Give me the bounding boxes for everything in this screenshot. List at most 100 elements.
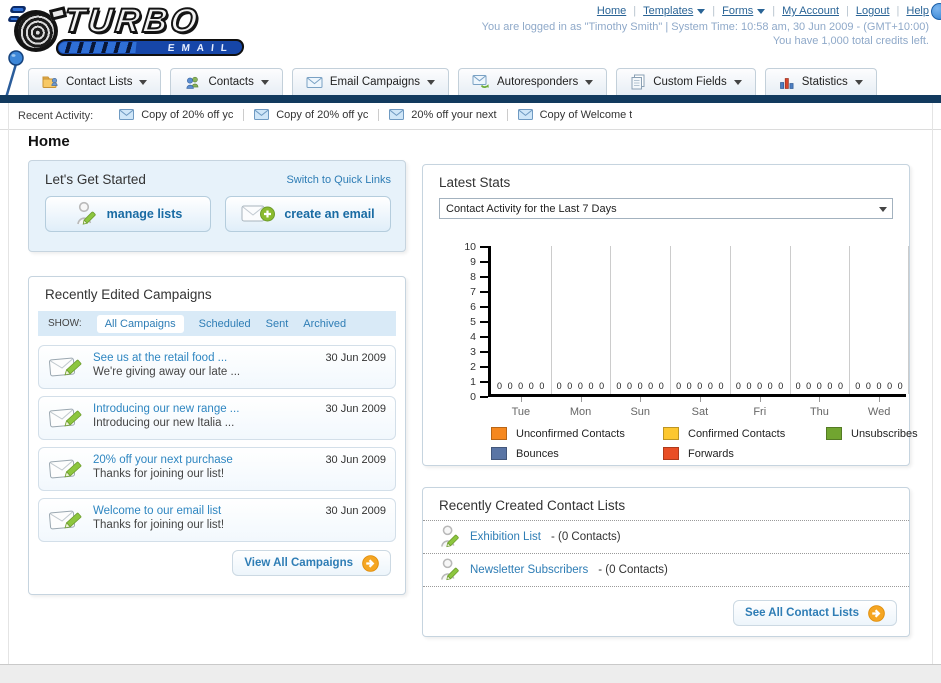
header-link-help[interactable]: Help <box>906 5 929 17</box>
chart-value-label: 0 <box>518 381 524 391</box>
x-axis-tick <box>640 397 642 402</box>
campaign-title-link[interactable]: 20% off your next purchase <box>93 454 233 466</box>
header-nav: Home | Templates | Forms | My Account | Logout | H… <box>597 5 929 17</box>
chart-gridline <box>849 246 850 394</box>
nav-tab-contacts[interactable]: Contacts <box>170 68 283 95</box>
recent-activity-item[interactable]: 20% off your next <box>379 108 508 121</box>
filter-all-campaigns[interactable]: All Campaigns <box>96 314 184 333</box>
nav-tab-statistics[interactable]: Statistics <box>764 68 877 95</box>
link-separator: | <box>846 5 849 17</box>
x-axis-label: Sat <box>691 406 709 418</box>
y-axis-label: 7 <box>470 286 476 298</box>
nav-tab-email-campaigns[interactable]: Email Campaigns <box>291 68 449 95</box>
chart-value-label: 0 <box>697 381 703 391</box>
chart-value-label: 0 <box>528 381 534 391</box>
chart-value-label: 0 <box>658 381 664 391</box>
header-link-home[interactable]: Home <box>597 5 626 17</box>
y-axis-tick <box>480 396 488 398</box>
get-started-title: Let's Get Started <box>45 172 146 187</box>
legend-swatch <box>826 427 842 440</box>
contact-list-link[interactable]: Newsletter Subscribers <box>470 564 588 576</box>
view-all-campaigns-button[interactable]: View All Campaigns <box>232 550 391 576</box>
chart-value-label: 0 <box>556 381 562 391</box>
legend-item: Forwards <box>663 447 826 460</box>
link-separator: | <box>712 5 716 17</box>
see-all-contact-lists-button[interactable]: See All Contact Lists <box>733 600 897 626</box>
campaign-title-link[interactable]: Welcome to our email list <box>93 505 224 517</box>
header-link-logout[interactable]: Logout <box>856 5 890 17</box>
chart-value-label: 0 <box>746 381 752 391</box>
navy-divider-bar <box>0 95 941 103</box>
chart-value-label: 0 <box>577 381 583 391</box>
chevron-down-icon <box>854 79 863 85</box>
create-email-label: create an email <box>284 207 375 221</box>
campaign-title-link[interactable]: See us at the retail food ... <box>93 352 240 364</box>
chevron-down-icon <box>697 8 706 14</box>
contact-list-row[interactable]: Exhibition List - (0 Contacts) <box>423 521 909 554</box>
blue-dot-icon <box>931 3 941 20</box>
create-email-button[interactable]: create an email <box>225 196 391 232</box>
y-axis-tick <box>480 321 488 323</box>
chart-value-label: 0 <box>887 381 893 391</box>
chart-gridline <box>730 246 731 394</box>
campaign-card[interactable]: Introducing our new range ... Introducing… <box>38 396 396 440</box>
chart-gridline <box>610 246 611 394</box>
nav-tab-contact-lists[interactable]: Contact Lists <box>28 68 162 95</box>
y-axis-tick <box>480 351 488 353</box>
x-axis-tick <box>700 397 701 402</box>
switch-quick-links-link[interactable]: Switch to Quick Links <box>286 174 391 186</box>
campaign-subtitle: We're giving away our late ... <box>93 366 241 378</box>
person-pencil-icon <box>441 525 459 548</box>
contact-list-link[interactable]: Exhibition List <box>470 531 541 543</box>
logo-subtitle-bar: EMAIL <box>55 39 245 56</box>
recent-activity-item[interactable]: Copy of Welcome tc <box>508 109 642 121</box>
recent-activity-item[interactable]: Copy of 20% off yc <box>109 108 245 121</box>
header-link-templates[interactable]: Templates <box>643 5 706 17</box>
envelope-icon <box>517 109 533 121</box>
campaign-card[interactable]: Welcome to our email list Thanks for join… <box>38 498 396 542</box>
y-axis-tick <box>480 261 488 263</box>
x-axis-tick <box>819 397 821 402</box>
chart-value-label: 0 <box>855 381 861 391</box>
campaign-card[interactable]: See us at the retail food ... We're givin… <box>38 345 396 389</box>
nav-tab-autoresponders[interactable]: Autoresponders <box>458 68 608 95</box>
header-link-forms[interactable]: Forms <box>722 5 766 17</box>
nav-tab-custom-fields[interactable]: Custom Fields <box>616 68 756 95</box>
y-axis-label: 3 <box>470 346 476 358</box>
campaign-title-link[interactable]: Introducing our new range ... <box>93 403 239 415</box>
chevron-down-icon <box>733 79 742 85</box>
campaigns-filter-bar: SHOW: All Campaigns Scheduled Sent Archived <box>38 311 396 336</box>
filter-archived[interactable]: Archived <box>303 318 346 330</box>
header-link-my-account[interactable]: My Account <box>782 5 839 17</box>
y-axis-tick <box>480 381 488 383</box>
legend-item: Unsubscribes <box>826 427 918 440</box>
recent-activity-item[interactable]: Copy of 20% off yc <box>244 108 380 121</box>
filter-scheduled[interactable]: Scheduled <box>199 318 251 330</box>
link-separator: | <box>772 5 776 17</box>
campaign-card[interactable]: 20% off your next purchase Thanks for joi… <box>38 447 396 491</box>
x-axis-label: Mon <box>569 406 592 418</box>
manage-lists-button[interactable]: manage lists <box>45 196 211 232</box>
view-all-campaigns-label: View All Campaigns <box>244 557 353 569</box>
link-separator: | <box>896 5 900 17</box>
campaign-subtitle: Introducing our new Italia ... <box>93 417 235 429</box>
chart-value-label: 0 <box>865 381 871 391</box>
y-axis-label: 5 <box>470 316 476 328</box>
campaign-subtitle: Thanks for joining our list! <box>93 468 225 480</box>
y-axis-label: 10 <box>464 241 476 253</box>
chart-value-label: 0 <box>827 381 833 391</box>
y-axis-tick <box>480 246 488 248</box>
autoresponders-icon <box>472 75 489 88</box>
campaigns-title: Recently Edited Campaigns <box>45 287 212 302</box>
x-axis-tick <box>759 397 761 402</box>
contact-list-row[interactable]: Newsletter Subscribers - (0 Contacts) <box>423 554 909 587</box>
chevron-down-icon <box>139 79 148 85</box>
chart-gridline <box>790 246 791 394</box>
chart-value-label: 0 <box>686 381 692 391</box>
y-axis-label: 9 <box>470 256 476 268</box>
contact-activity-chart: 0 1 2 3 4 5 6 7 8 9 10 0 0 0 0 0 Tue 0 0 0 0 0 Mon 0 0 0 0 0 Sun 0 0 0 0… <box>464 241 909 418</box>
legend-swatch <box>663 447 679 460</box>
legend-swatch <box>491 427 507 440</box>
stats-period-select[interactable]: Contact Activity for the Last 7 Days <box>439 198 893 219</box>
filter-sent[interactable]: Sent <box>266 318 289 330</box>
